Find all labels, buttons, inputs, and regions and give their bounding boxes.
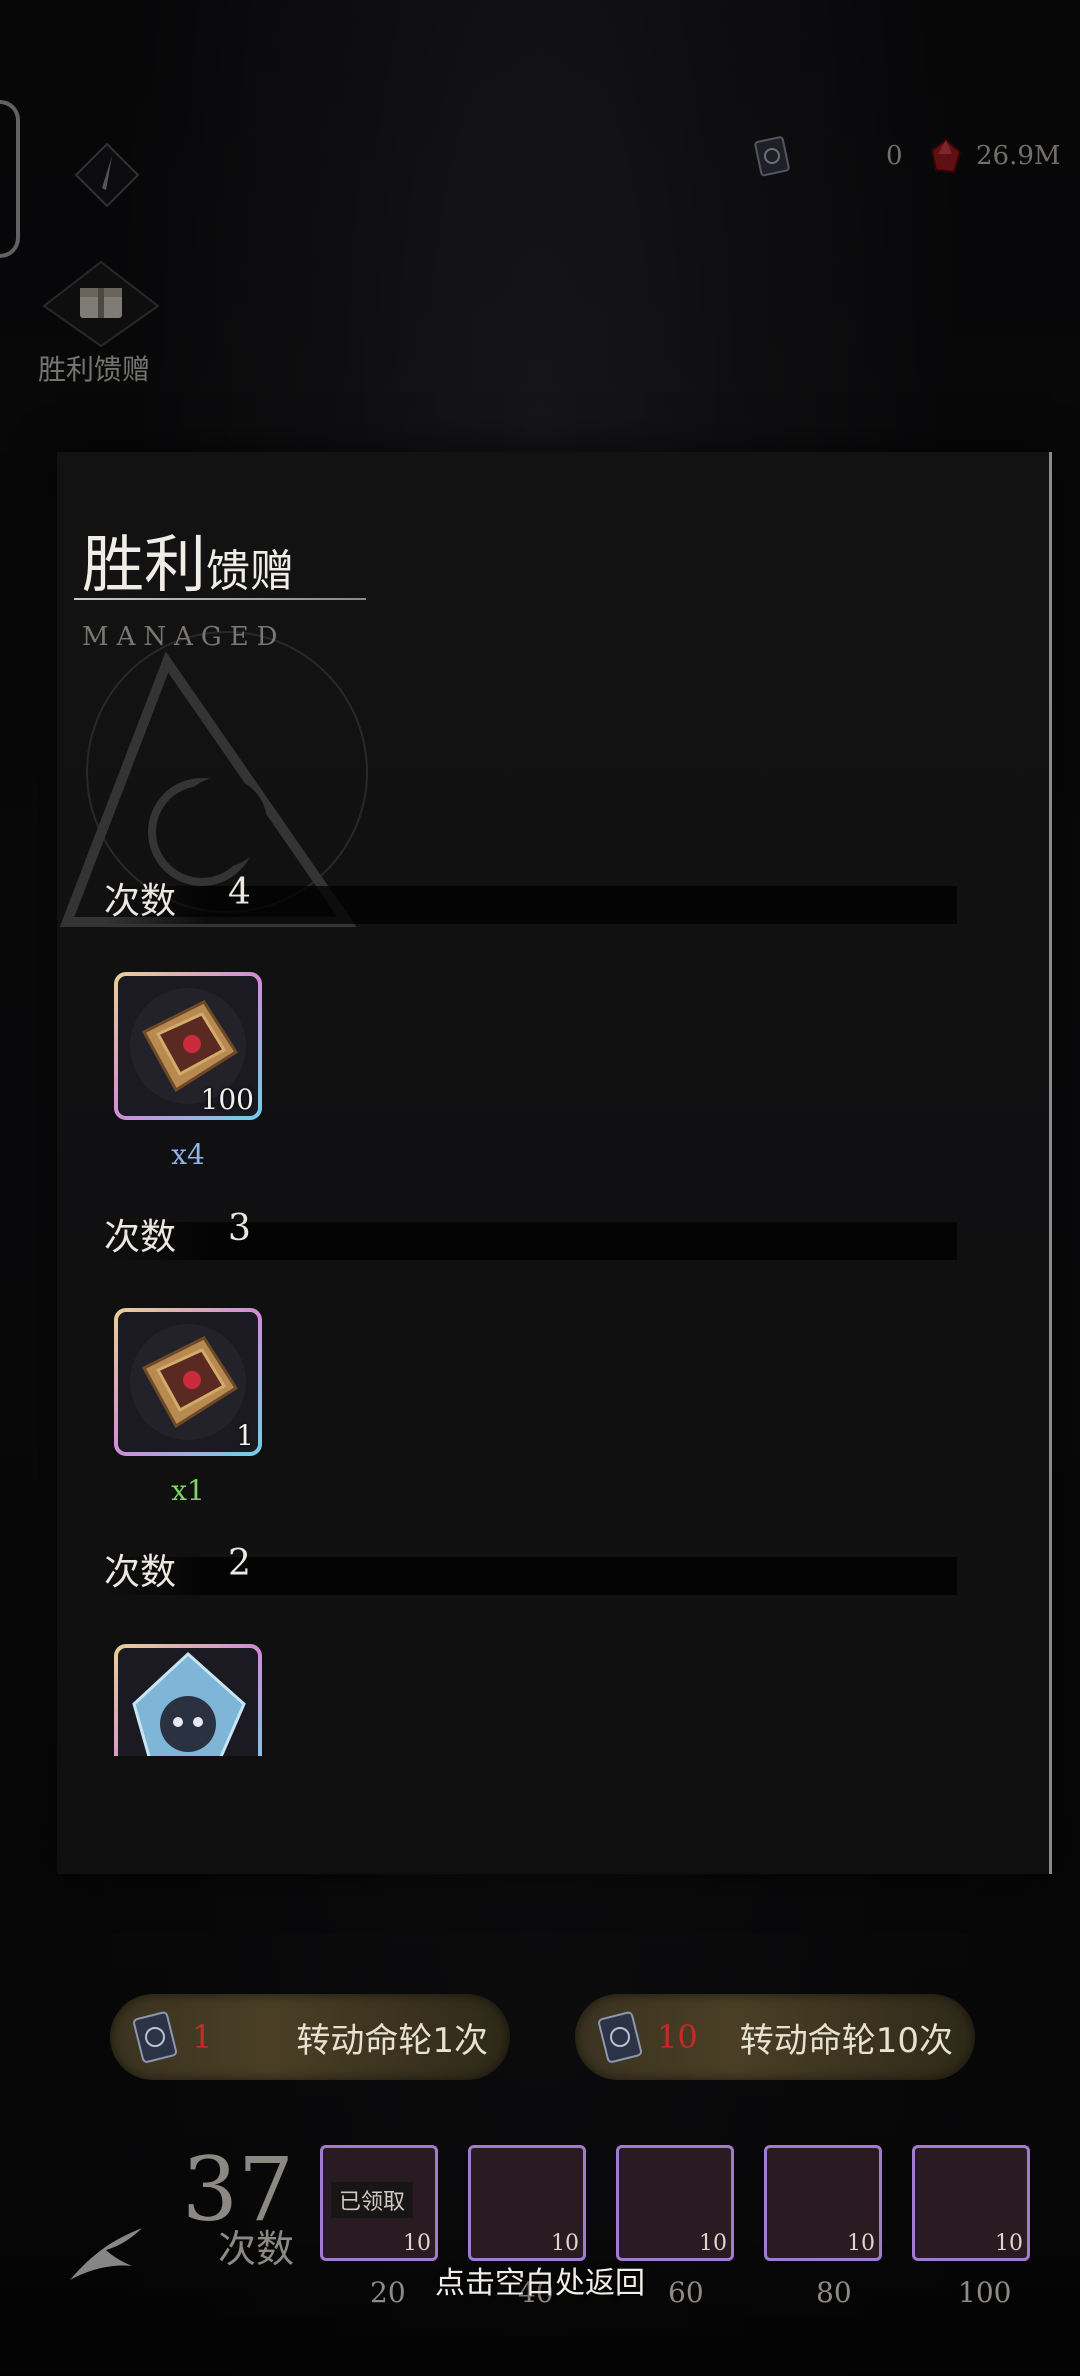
tap-to-return-hint[interactable]: 点击空白处返回 (0, 2258, 1080, 2302)
item-quantity: 100 (200, 1083, 254, 1116)
spin-once-button[interactable]: 1 转动命轮1次 (110, 1994, 510, 2080)
title-underline (74, 598, 366, 600)
section-count: 4 (228, 872, 251, 913)
section-header: 次数 4 (104, 872, 957, 924)
title-secondary: 馈赠 (206, 546, 295, 597)
milestone-reward[interactable]: 10 (764, 2145, 882, 2261)
milestone-reward[interactable]: 10 (468, 2145, 586, 2261)
reward-item-card[interactable]: 1 (114, 1308, 262, 1456)
section-label: 次数 (104, 1552, 177, 1593)
item-quantity: 1 (236, 1419, 254, 1452)
reward-quantity: 10 (847, 2231, 875, 2256)
spin-label: 转动命轮10次 (739, 2020, 953, 2061)
reward-quantity: 10 (995, 2231, 1023, 2256)
tarot-book-icon (598, 2011, 642, 2063)
reward-item-card[interactable] (114, 1644, 262, 1756)
milestone-reward[interactable]: 10 (616, 2145, 734, 2261)
reward-list[interactable] (57, 832, 1049, 1752)
section-label: 次数 (104, 881, 177, 922)
milestone-reward[interactable]: 已领取 10 (320, 2145, 438, 2261)
section-header: 次数 3 (104, 1208, 957, 1260)
spin-ten-button[interactable]: 10 转动命轮10次 (575, 1994, 975, 2080)
spin-cost: 1 (192, 2018, 213, 2056)
section-header: 次数 2 (104, 1543, 957, 1595)
reward-quantity: 10 (551, 2231, 579, 2256)
section-label: 次数 (104, 1217, 177, 1258)
reward-item-card[interactable]: 100 (114, 972, 262, 1120)
item-multiplier: x4 (171, 1138, 205, 1171)
item-multiplier: x1 (171, 1474, 205, 1507)
section-count: 3 (228, 1208, 251, 1249)
reward-quantity: 10 (699, 2231, 727, 2256)
title-main: 胜利 (82, 528, 207, 601)
reward-item-clip (114, 1644, 262, 1756)
reward-quantity: 10 (403, 2231, 431, 2256)
character-crystal-icon (114, 1644, 262, 1756)
tarot-book-icon (133, 2011, 177, 2063)
modal-subtitle: MANAGED (82, 622, 286, 652)
milestone-reward[interactable]: 10 (912, 2145, 1030, 2261)
spin-cost: 10 (657, 2018, 698, 2056)
section-count: 2 (228, 1543, 251, 1584)
spin-label: 转动命轮1次 (296, 2020, 488, 2061)
modal-title: 胜利 馈赠 (82, 514, 294, 604)
claimed-badge: 已领取 (331, 2182, 414, 2218)
